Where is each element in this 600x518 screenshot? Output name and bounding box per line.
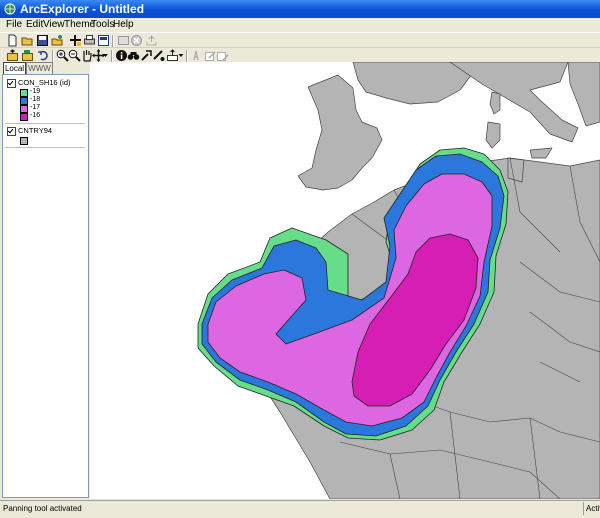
globe-icon	[4, 3, 16, 15]
chevron-down-icon[interactable]	[102, 49, 109, 62]
layer-name[interactable]: CON_SH16 (id)	[18, 78, 71, 87]
title-bar: ArcExplorer - Untitled	[0, 0, 600, 18]
panel-tabs: Local WWW	[2, 62, 89, 74]
menu-view[interactable]: View	[43, 19, 65, 30]
menu-help[interactable]: Help	[113, 19, 134, 30]
layer-visibility-checkbox[interactable]	[7, 127, 16, 136]
menu-file[interactable]: File	[6, 19, 22, 30]
save-icon[interactable]	[36, 34, 49, 47]
label-icon[interactable]	[190, 49, 203, 62]
open-icon[interactable]	[21, 34, 34, 47]
layout-icon[interactable]	[97, 34, 110, 47]
layer-visibility-checkbox[interactable]	[7, 79, 16, 88]
status-panel: Active	[583, 502, 600, 515]
toolbar-separator	[52, 50, 54, 62]
tab-local[interactable]: Local	[3, 62, 26, 74]
legend-class-label: -16	[30, 112, 41, 119]
map-view[interactable]	[90, 62, 600, 499]
open-project-icon[interactable]	[51, 34, 64, 47]
legend-divider	[5, 123, 85, 124]
status-bar: Panning tool activated Active	[0, 500, 600, 518]
country-polygon	[489, 91, 501, 115]
undo-icon[interactable]	[37, 49, 50, 62]
map-canvas[interactable]	[90, 62, 600, 499]
legend-divider	[5, 147, 85, 148]
export-icon[interactable]	[145, 34, 158, 47]
erase-icon[interactable]	[216, 49, 229, 62]
country-polygon	[449, 62, 579, 143]
add-theme-icon[interactable]	[69, 34, 82, 47]
print-icon[interactable]	[83, 34, 96, 47]
menu-tools[interactable]: Tools	[91, 19, 114, 30]
add-image-icon[interactable]	[117, 34, 130, 47]
menu-bar: File Edit View Theme Tools Help	[0, 18, 600, 32]
project-icon[interactable]	[21, 49, 34, 62]
find-icon[interactable]	[127, 49, 140, 62]
toolbar-separator	[111, 50, 113, 62]
table-of-contents-panel: Local WWW CON_SH16 (id) -19 -18 -17 -16 …	[2, 62, 89, 498]
legend-swatch	[20, 97, 28, 105]
toolbar-separator	[186, 50, 188, 62]
legend-swatch	[20, 137, 28, 145]
legend-class-label: -17	[30, 104, 41, 111]
country-polygon	[352, 62, 473, 105]
status-message: Panning tool activated	[3, 504, 82, 513]
legend-swatch	[20, 89, 28, 97]
add-theme-icon[interactable]	[6, 49, 19, 62]
layer-name[interactable]: CNTRY94	[18, 126, 52, 135]
legend-swatch	[20, 105, 28, 113]
country-polygon	[529, 147, 553, 159]
query-icon[interactable]	[152, 49, 165, 62]
country-polygon	[485, 121, 501, 149]
menu-edit[interactable]: Edit	[26, 19, 43, 30]
tab-www[interactable]: WWW	[26, 62, 53, 74]
chevron-down-icon[interactable]	[178, 49, 184, 62]
window-title: ArcExplorer - Untitled	[20, 2, 145, 16]
legend-swatch	[20, 113, 28, 121]
legend-class-label: -19	[30, 88, 41, 95]
toolbar-separator	[112, 35, 114, 47]
legend: CON_SH16 (id) -19 -18 -17 -16 CNTRY94	[2, 74, 89, 498]
legend-class-label: -18	[30, 96, 41, 103]
delete-icon[interactable]	[130, 34, 143, 47]
new-icon[interactable]	[6, 34, 19, 47]
country-polygon	[567, 62, 600, 127]
